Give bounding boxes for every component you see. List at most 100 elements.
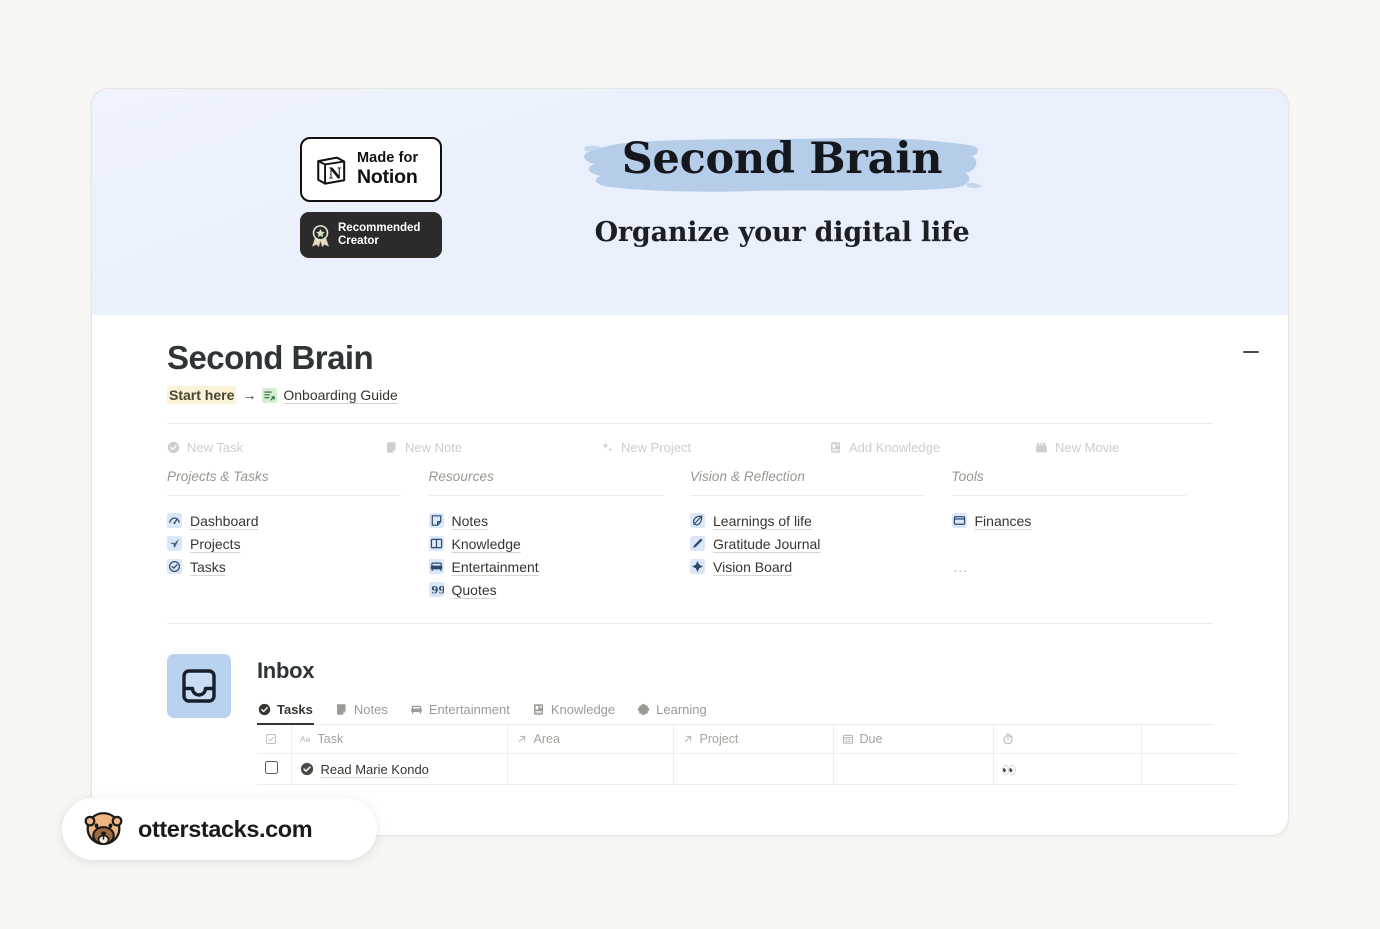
inbox-title: Inbox bbox=[257, 658, 315, 683]
open-book-icon bbox=[428, 536, 444, 551]
th-label: Due bbox=[859, 732, 883, 746]
gear-flower-icon bbox=[638, 703, 650, 716]
gauge-icon bbox=[167, 513, 182, 528]
th-area[interactable]: Area bbox=[507, 725, 674, 754]
page-body: Second Brain Start here → Onboarding Gui… bbox=[92, 315, 1288, 785]
new-task-button[interactable]: New Task bbox=[167, 440, 385, 455]
cell-area[interactable] bbox=[507, 753, 674, 785]
tab-label: Tasks bbox=[277, 702, 313, 717]
new-movie-button[interactable]: New Movie bbox=[1035, 440, 1119, 455]
column-vision-reflection: Vision & Reflection Learnings of life Gr… bbox=[690, 469, 952, 601]
link-label: Entertainment bbox=[451, 558, 539, 575]
cell-extra[interactable] bbox=[1141, 753, 1237, 785]
cover-subtitle: Organize your digital life bbox=[594, 217, 970, 249]
cell-timer[interactable]: 👀 bbox=[993, 753, 1142, 785]
sparkles-icon bbox=[602, 442, 613, 452]
check-circle-icon bbox=[167, 559, 182, 574]
link-label: Quotes bbox=[451, 581, 497, 598]
brush-highlight-wrap: Second Brain bbox=[582, 131, 982, 192]
add-knowledge-label: Add Knowledge bbox=[849, 440, 941, 455]
calendar-icon bbox=[842, 734, 853, 744]
row-checkbox[interactable] bbox=[265, 761, 278, 774]
cell-checkbox[interactable] bbox=[257, 753, 292, 785]
minimize-icon[interactable] bbox=[1236, 337, 1266, 367]
cover-heading-group: Second Brain Organize your digital life bbox=[502, 131, 1062, 248]
column-tools: Tools Finances ... bbox=[951, 469, 1214, 601]
link-label: Notes bbox=[451, 512, 489, 529]
column-divider bbox=[428, 495, 663, 496]
link-quotes[interactable]: 99 Quotes bbox=[428, 578, 691, 601]
table-row: Read Marie Kondo 👀 bbox=[257, 753, 1237, 785]
new-note-button[interactable]: New Note bbox=[385, 440, 601, 455]
note-icon bbox=[336, 704, 346, 715]
creator-line-1: Recommended bbox=[338, 222, 421, 235]
link-finances[interactable]: Finances bbox=[951, 509, 1214, 532]
column-title: Projects & Tasks bbox=[167, 469, 269, 484]
relation-arrow-icon bbox=[684, 735, 691, 743]
link-gratitude-journal[interactable]: Gratitude Journal bbox=[690, 532, 952, 555]
new-movie-label: New Movie bbox=[1055, 440, 1120, 455]
link-dashboard[interactable]: Dashboard bbox=[167, 509, 429, 532]
aa-text-icon: Aa bbox=[300, 735, 311, 744]
tab-label: Notes bbox=[353, 702, 388, 717]
tab-notes[interactable]: Notes bbox=[334, 702, 389, 724]
list-arrow-icon bbox=[262, 387, 278, 403]
link-notes[interactable]: Notes bbox=[428, 509, 691, 532]
page-title: Second Brain bbox=[167, 339, 374, 376]
column-projects-tasks: Projects & Tasks Dashboard Projects Task… bbox=[167, 469, 429, 601]
quick-action-bar: New Task New Note New Project Add Knowle… bbox=[167, 424, 1213, 469]
link-tasks[interactable]: Tasks bbox=[167, 555, 429, 578]
link-label: Dashboard bbox=[190, 512, 259, 529]
watermark-badge: otterstacks.com bbox=[62, 798, 377, 860]
recommended-creator-badge: Recommended Creator bbox=[300, 212, 442, 258]
cover-title: Second Brain bbox=[621, 134, 943, 184]
th-task[interactable]: Aa Task bbox=[291, 725, 508, 754]
notion-cube-icon: N bbox=[317, 156, 346, 185]
tab-entertainment[interactable]: Entertainment bbox=[409, 702, 511, 724]
tab-learning[interactable]: Learning bbox=[636, 702, 708, 724]
svg-text:99: 99 bbox=[431, 585, 444, 597]
inbox-main: Inbox Tasks Notes Entertainment Knowledg… bbox=[257, 650, 1237, 785]
link-entertainment[interactable]: Entertainment bbox=[428, 555, 691, 578]
onboarding-guide-link[interactable]: Onboarding Guide bbox=[283, 387, 397, 403]
tab-tasks[interactable]: Tasks bbox=[257, 702, 314, 725]
watermark-text: otterstacks.com bbox=[138, 815, 313, 842]
link-label: Gratitude Journal bbox=[713, 535, 821, 552]
link-learnings-of-life[interactable]: Learnings of life bbox=[690, 509, 952, 532]
start-here-label: Start here bbox=[167, 386, 237, 404]
th-timer[interactable] bbox=[993, 725, 1142, 754]
column-resources: Resources Notes Knowledge Entertainment … bbox=[428, 469, 691, 601]
relation-arrow-icon bbox=[518, 735, 525, 743]
new-project-button[interactable]: New Project bbox=[601, 440, 829, 455]
recommended-creator-label: Recommended Creator bbox=[338, 222, 420, 248]
th-extra[interactable] bbox=[1141, 725, 1237, 754]
link-vision-board[interactable]: Vision Board bbox=[690, 555, 952, 578]
link-knowledge[interactable]: Knowledge bbox=[428, 532, 691, 555]
column-title: Resources bbox=[428, 469, 494, 484]
tools-more-ellipsis[interactable]: ... bbox=[952, 555, 1214, 579]
link-projects[interactable]: Projects bbox=[167, 532, 429, 555]
otter-logo-icon bbox=[84, 811, 123, 845]
wallet-icon bbox=[951, 513, 967, 528]
column-divider bbox=[951, 495, 1186, 496]
th-label: Task bbox=[317, 732, 344, 746]
cell-project[interactable] bbox=[673, 753, 834, 785]
tab-label: Learning bbox=[656, 702, 707, 717]
new-note-label: New Note bbox=[405, 440, 463, 455]
book-icon bbox=[831, 442, 840, 453]
cell-task[interactable]: Read Marie Kondo bbox=[291, 753, 508, 785]
arrow-glyph: → bbox=[242, 387, 257, 403]
inbox-tabs: Tasks Notes Entertainment Knowledge Lear… bbox=[257, 702, 1213, 725]
tab-knowledge[interactable]: Knowledge bbox=[531, 702, 616, 724]
column-title: Tools bbox=[951, 469, 984, 484]
link-label: Projects bbox=[190, 535, 241, 552]
add-knowledge-button[interactable]: Add Knowledge bbox=[829, 440, 1035, 455]
th-due[interactable]: Due bbox=[833, 725, 994, 754]
cell-due[interactable] bbox=[833, 753, 994, 785]
start-here-row: Start here → Onboarding Guide bbox=[167, 386, 1213, 404]
check-circle-icon bbox=[167, 441, 180, 454]
th-project[interactable]: Project bbox=[673, 725, 834, 754]
eyes-emoji: 👀 bbox=[1001, 762, 1018, 777]
th-checkbox[interactable] bbox=[257, 725, 292, 754]
cover-banner: N Made for Notion Recommended Creator Se… bbox=[92, 89, 1288, 315]
